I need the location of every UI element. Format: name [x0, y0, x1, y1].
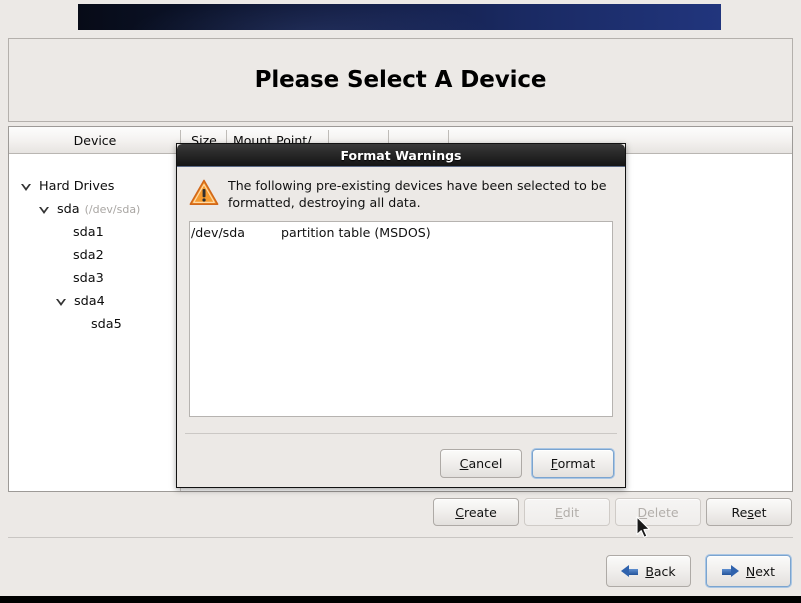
edit-button[interactable]: Edit — [524, 498, 610, 526]
chevron-down-icon[interactable] — [39, 207, 50, 214]
tree-item-sda3[interactable]: sda3 — [73, 267, 104, 290]
list-item-device: /dev/sda — [191, 225, 245, 240]
chevron-down-icon[interactable] — [56, 299, 67, 306]
tree-item-label: sda1 — [73, 225, 104, 240]
mnemonic-char: F — [550, 456, 558, 471]
back-button[interactable]: Back — [606, 555, 691, 587]
list-item[interactable]: /dev/sda partition table (MSDOS) — [190, 224, 612, 240]
mnemonic-char: B — [645, 563, 654, 579]
mnemonic-char: E — [554, 504, 563, 520]
next-button[interactable]: Next — [706, 555, 791, 587]
tree-item-label: Hard Drives — [39, 179, 115, 194]
tree-item-sda2[interactable]: sda2 — [73, 244, 104, 267]
delete-button[interactable]: Delete — [615, 498, 701, 526]
tree-item-sublabel: (/dev/sda) — [84, 203, 141, 216]
format-warnings-dialog: Format Warnings The following pre-existi… — [176, 143, 626, 488]
mnemonic-char: C — [455, 504, 464, 520]
installer-window: Please Select A Device Device Size Mount… — [0, 0, 801, 603]
tree-item-label: sda5 — [91, 317, 122, 332]
tree-item-label: sda — [57, 202, 80, 217]
tree-item-sda[interactable]: sda (/dev/sda) — [39, 198, 140, 221]
list-item-description: partition table (MSDOS) — [281, 225, 431, 240]
tree-item-sda5[interactable]: sda5 — [91, 313, 122, 336]
tree-item-sda4[interactable]: sda4 — [56, 290, 105, 313]
next-button-label: Next — [745, 563, 776, 579]
banner-sheen — [78, 4, 721, 30]
header-banner — [78, 4, 721, 30]
dialog-format-label: Format — [550, 456, 596, 471]
dialog-message: The following pre-existing devices have … — [228, 178, 607, 210]
arrow-right-icon — [721, 564, 739, 578]
edit-button-label: Edit — [554, 504, 580, 520]
page-title-panel: Please Select A Device — [8, 38, 793, 122]
dialog-cancel-button[interactable]: Cancel — [440, 449, 522, 478]
tree-item-label: sda2 — [73, 248, 104, 263]
reset-button[interactable]: Reset — [706, 498, 792, 526]
dialog-title: Format Warnings — [340, 147, 462, 163]
create-button-label: Create — [455, 504, 497, 520]
create-button[interactable]: Create — [433, 498, 519, 526]
tree-item-label: sda4 — [74, 294, 105, 309]
tree-item-sda1[interactable]: sda1 — [73, 221, 104, 244]
mouse-cursor — [636, 516, 652, 540]
dialog-separator — [185, 433, 617, 434]
mnemonic-char: N — [745, 563, 756, 579]
column-header-device[interactable]: Device — [10, 127, 180, 153]
tree-item-label: sda3 — [73, 271, 104, 286]
dialog-cancel-label: Cancel — [459, 456, 503, 471]
bottom-strip — [0, 596, 801, 603]
reset-button-label: Reset — [731, 504, 767, 520]
page-title: Please Select A Device — [254, 67, 547, 93]
dialog-message-row: The following pre-existing devices have … — [189, 177, 613, 211]
tree-item-hard-drives[interactable]: Hard Drives — [21, 175, 114, 198]
footer-separator — [8, 537, 793, 538]
back-button-label: Back — [645, 563, 676, 579]
dialog-body: The following pre-existing devices have … — [177, 167, 625, 417]
dialog-title-bar: Format Warnings — [177, 144, 625, 167]
dialog-device-list[interactable]: /dev/sda partition table (MSDOS) — [189, 221, 613, 417]
warning-triangle-icon — [189, 179, 219, 206]
chevron-down-icon[interactable] — [21, 184, 32, 191]
arrow-left-icon — [621, 564, 639, 578]
dialog-format-button[interactable]: Format — [532, 449, 614, 478]
